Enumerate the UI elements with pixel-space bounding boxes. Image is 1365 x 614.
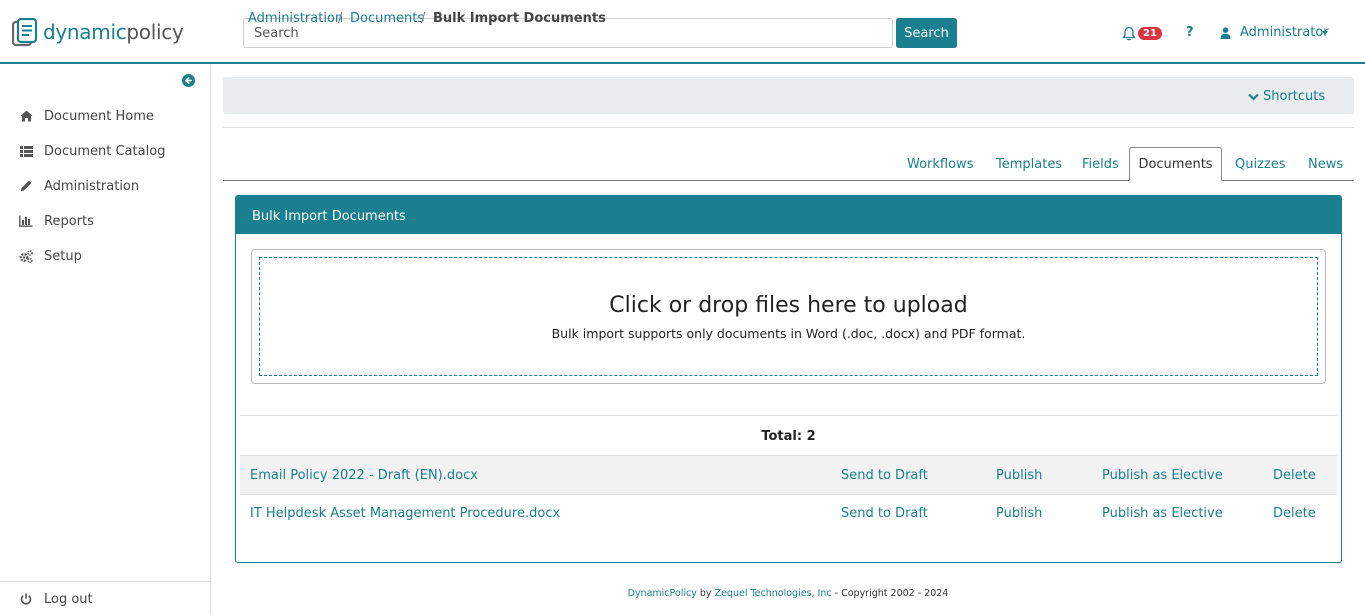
tab-workflows[interactable]: Workflows: [907, 157, 973, 172]
help-button[interactable]: ?: [1186, 25, 1194, 40]
breadcrumb-separator: /: [338, 11, 343, 26]
chevron-down-icon: [1248, 93, 1259, 101]
dropzone-subtitle: Bulk import supports only documents in W…: [551, 326, 1026, 341]
top-bar: dynamicpolicy Search 21 ? Administrator: [0, 0, 1365, 64]
tab-templates[interactable]: Templates: [996, 157, 1062, 172]
sidebar-item-document-home[interactable]: Document Home: [19, 106, 154, 126]
upload-dropzone-area[interactable]: Click or drop files here to upload Bulk …: [259, 257, 1318, 376]
publish-button[interactable]: Publish: [996, 506, 1042, 521]
footer-copyright: - Copyright 2002 - 2024: [834, 588, 949, 599]
delete-button[interactable]: Delete: [1273, 468, 1316, 483]
notification-badge[interactable]: 21: [1138, 27, 1162, 40]
list-icon: [19, 144, 33, 158]
publish-as-elective-button[interactable]: Publish as Elective: [1102, 506, 1223, 521]
footer-product-link[interactable]: DynamicPolicy: [628, 588, 697, 599]
sidebar-item-document-catalog[interactable]: Document Catalog: [19, 141, 165, 161]
file-name-link[interactable]: Email Policy 2022 - Draft (EN).docx: [250, 468, 478, 483]
tab-quizzes[interactable]: Quizzes: [1235, 157, 1286, 172]
user-menu[interactable]: Administrator: [1240, 25, 1329, 40]
publish-as-elective-button[interactable]: Publish as Elective: [1102, 468, 1223, 483]
sidebar: Document Home Document Catalog Administr…: [0, 64, 211, 614]
sidebar-item-setup[interactable]: Setup: [19, 246, 82, 266]
sidebar-item-label: Document Home: [44, 108, 154, 124]
send-to-draft-button[interactable]: Send to Draft: [841, 468, 928, 483]
sidebar-item-reports[interactable]: Reports: [19, 211, 94, 231]
divider: [240, 415, 1337, 416]
gears-icon: [19, 249, 33, 263]
home-icon: [19, 109, 33, 123]
shortcuts-label: Shortcuts: [1263, 89, 1326, 104]
logo[interactable]: dynamicpolicy: [12, 17, 184, 47]
delete-button[interactable]: Delete: [1273, 506, 1316, 521]
logo-text-part1: dynamic: [43, 20, 127, 44]
tab-fields[interactable]: Fields: [1082, 157, 1119, 172]
sidebar-item-label: Document Catalog: [44, 143, 166, 159]
send-to-draft-button[interactable]: Send to Draft: [841, 506, 928, 521]
breadcrumb-documents[interactable]: Documents: [350, 11, 424, 26]
tab-news[interactable]: News: [1308, 157, 1343, 172]
chevron-down-icon[interactable]: [1322, 31, 1328, 35]
breadcrumb-administration[interactable]: Administration: [248, 11, 343, 26]
sidebar-item-label: Administration: [44, 178, 140, 194]
sidebar-item-label: Setup: [44, 248, 82, 264]
logo-icon: [12, 17, 38, 46]
footer-by: by: [699, 588, 712, 599]
tab-documents-label: Documents: [1138, 157, 1213, 172]
pencil-icon: [19, 179, 33, 193]
tab-documents[interactable]: Documents: [1129, 147, 1222, 181]
user-icon[interactable]: [1220, 27, 1231, 39]
dropzone-title: Click or drop files here to upload: [609, 293, 968, 318]
publish-button[interactable]: Publish: [996, 468, 1042, 483]
search-button[interactable]: Search: [896, 18, 957, 48]
breadcrumb-separator: /: [421, 11, 426, 26]
footer: DynamicPolicy by Zequel Technologies, In…: [0, 588, 1365, 599]
shortcuts-toggle[interactable]: Shortcuts: [1248, 89, 1325, 104]
table-row: Email Policy 2022 - Draft (EN).docx Send…: [240, 455, 1337, 495]
bell-icon[interactable]: [1122, 26, 1136, 41]
footer-company-link[interactable]: Zequel Technologies, Inc: [715, 588, 832, 599]
table-row: IT Helpdesk Asset Management Procedure.d…: [240, 494, 1337, 534]
upload-dropzone[interactable]: Click or drop files here to upload Bulk …: [251, 249, 1326, 384]
collapse-sidebar-icon[interactable]: [182, 74, 195, 87]
bulk-import-panel: Bulk Import Documents Click or drop file…: [235, 195, 1342, 563]
sidebar-item-administration[interactable]: Administration: [19, 176, 139, 196]
sidebar-item-label: Reports: [44, 213, 94, 229]
logo-text-part2: policy: [126, 20, 184, 44]
file-name-link[interactable]: IT Helpdesk Asset Management Procedure.d…: [250, 506, 560, 521]
panel-title: Bulk Import Documents: [236, 196, 1341, 234]
breadcrumb-current: Bulk Import Documents: [433, 11, 606, 26]
sidebar-divider: [0, 581, 210, 582]
total-count: Total: 2: [761, 429, 816, 444]
divider: [223, 127, 1354, 128]
logo-text: dynamicpolicy: [43, 20, 184, 44]
bar-chart-icon: [19, 214, 33, 228]
breadcrumb: [223, 77, 1354, 114]
